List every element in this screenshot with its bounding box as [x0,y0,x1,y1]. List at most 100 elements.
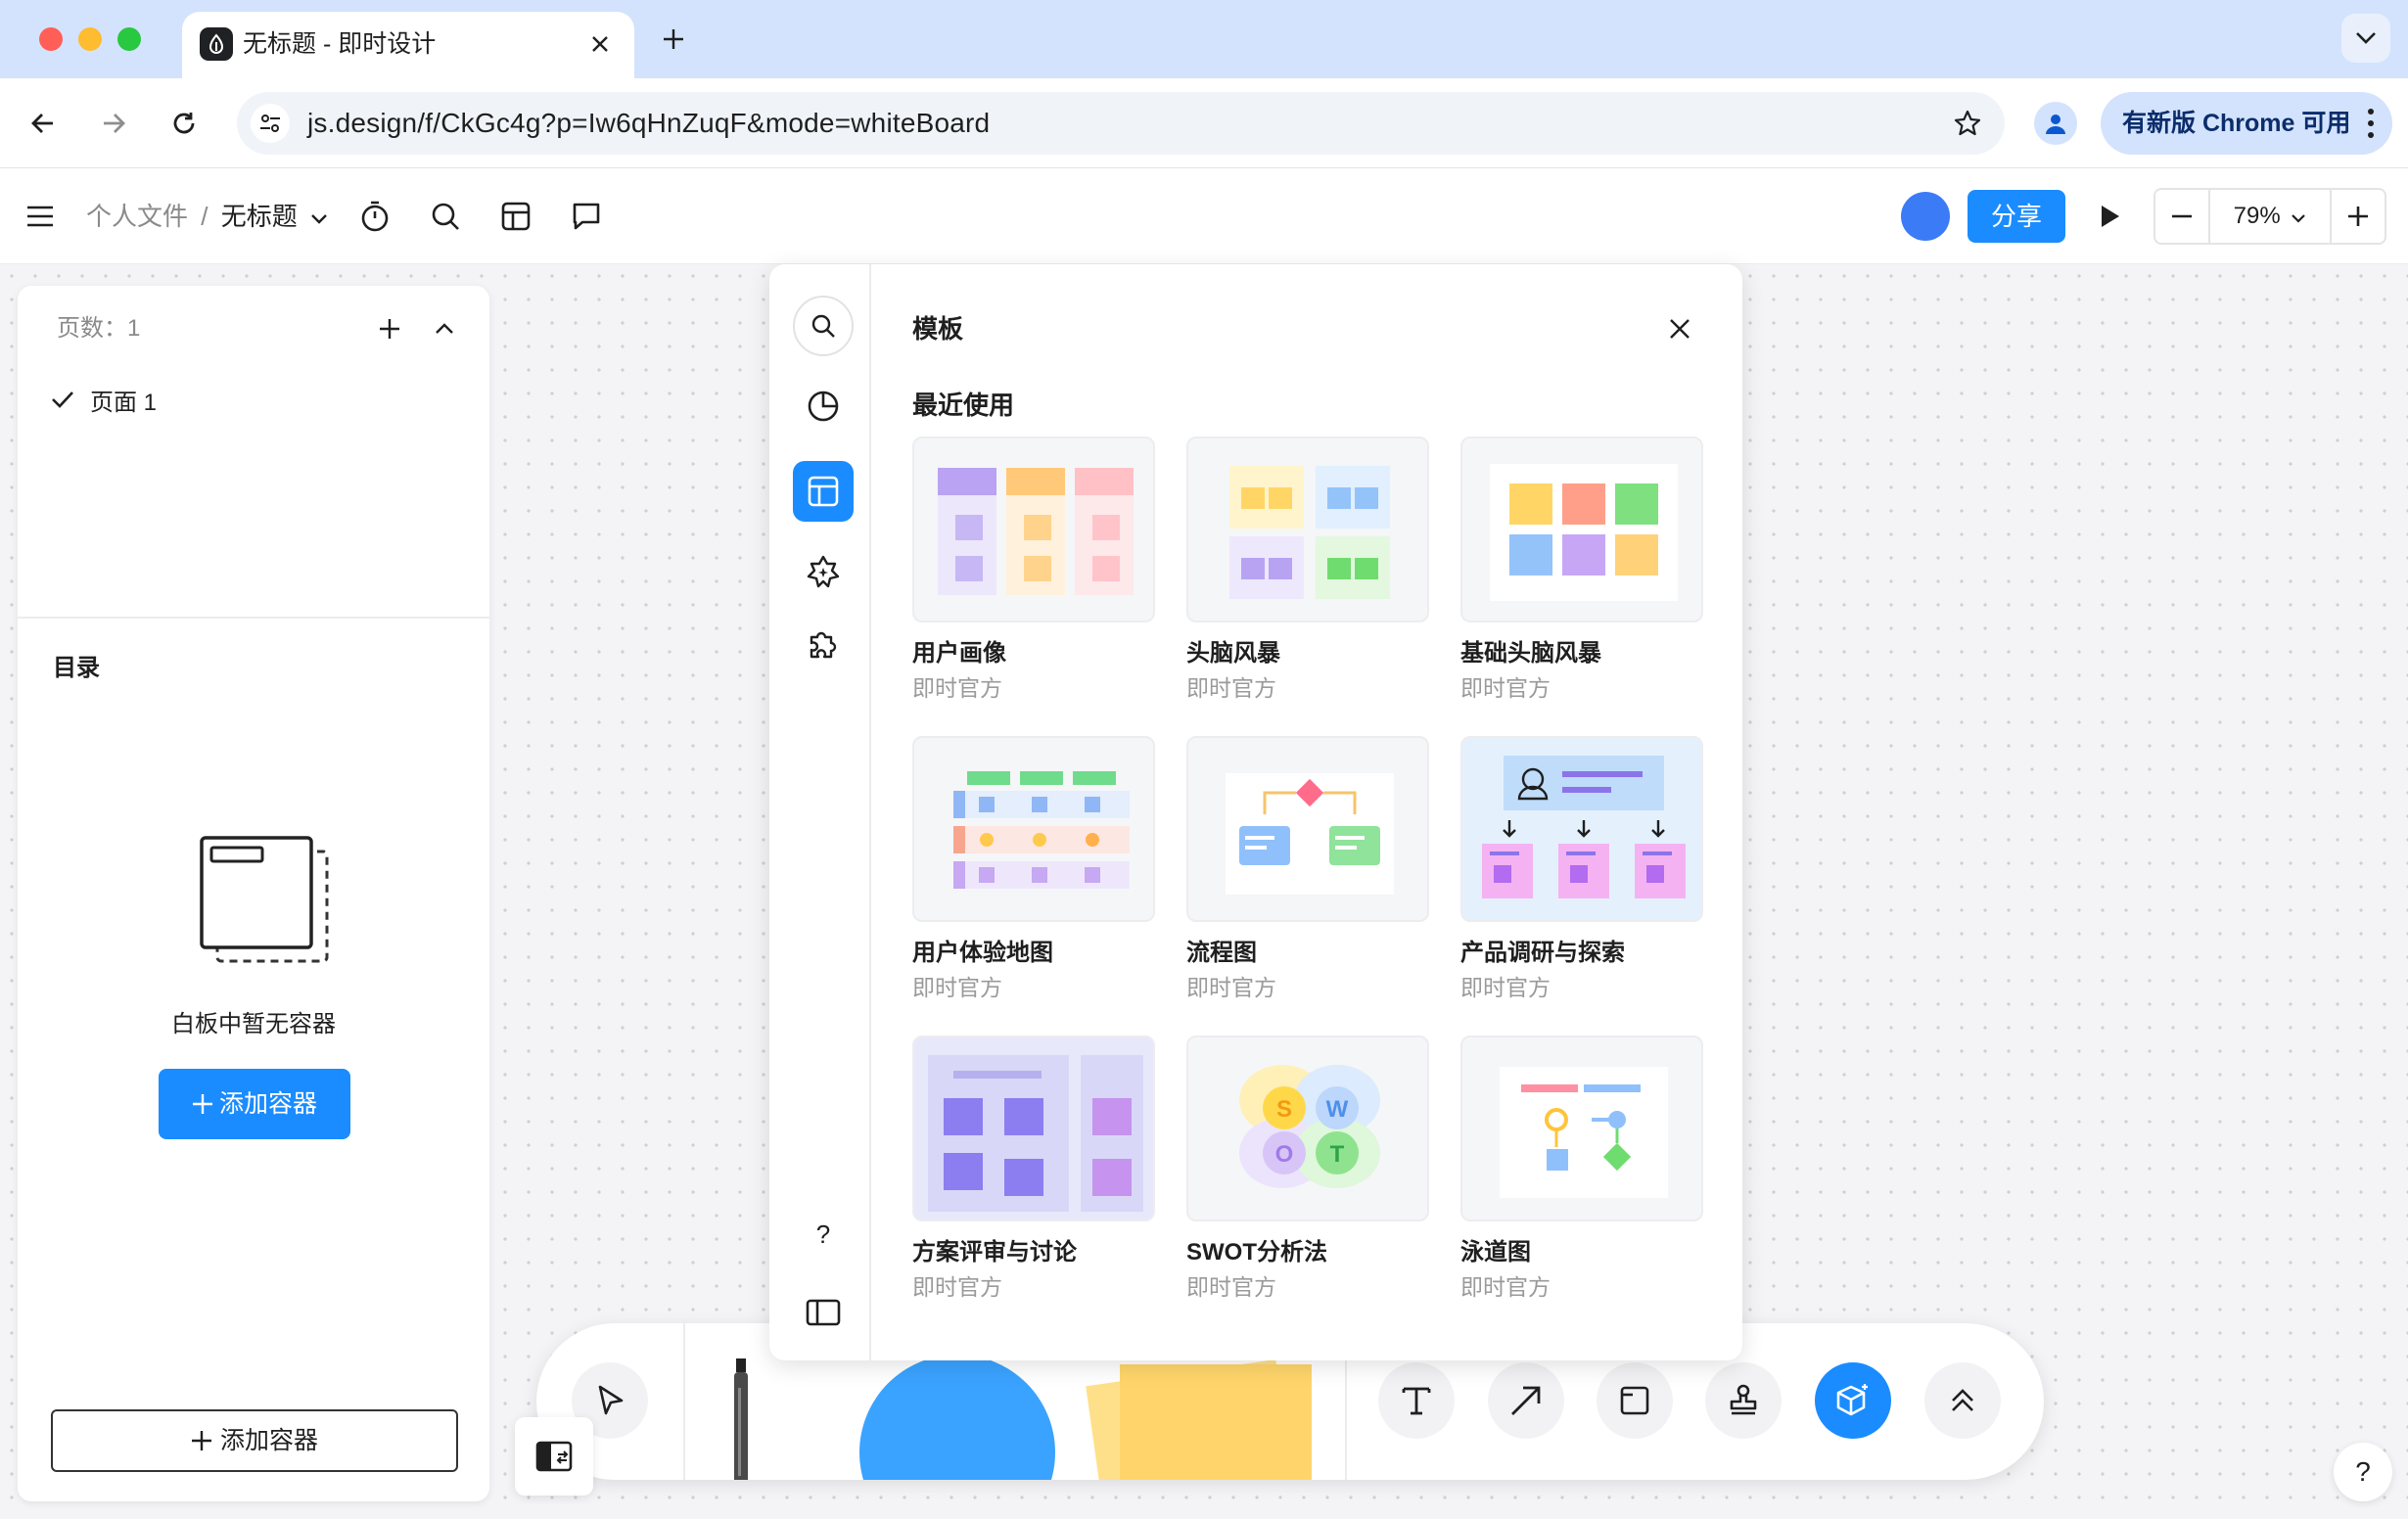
template-card-proposal-review[interactable]: 方案评审与讨论 即时官方 [912,1036,1155,1302]
template-name: 流程图 [1186,940,1257,966]
share-button[interactable]: 分享 [1968,190,2065,243]
window-close-button[interactable] [39,27,63,51]
template-name: SWOT分析法 [1186,1239,1327,1266]
plugin-cube-tool-icon[interactable] [1815,1362,1891,1439]
stamp-tool-icon[interactable] [1705,1362,1782,1439]
shape-circle-tool[interactable] [859,1355,1055,1480]
chrome-update-button[interactable]: 有新版 Chrome 可用 [2101,92,2392,155]
browser-tab-active[interactable]: 无标题 - 即时设计 [182,12,634,78]
arrow-connector-tool-icon[interactable] [1488,1362,1564,1439]
zoom-out-minus-icon[interactable] [2155,190,2210,243]
template-author: 即时官方 [912,675,1002,701]
template-card-brainstorm[interactable]: 头脑风暴 即时官方 [1186,437,1429,703]
template-icon[interactable] [493,194,538,239]
page-list-item[interactable]: 页面 1 [51,380,157,419]
svg-text:O: O [1275,1141,1294,1168]
template-thumbnail [1460,437,1703,622]
bookmark-star-icon[interactable] [1948,104,1987,143]
reload-icon[interactable] [161,100,208,147]
add-page-plus-icon[interactable] [370,309,409,348]
text-tool-icon[interactable] [1378,1362,1455,1439]
add-container-button-primary[interactable]: 添加容器 [159,1069,350,1139]
url-text: js.design/f/CkGc4g?p=Iw6qHnZuqF&mode=whi… [307,108,991,138]
comment-icon[interactable] [564,194,609,239]
template-author: 即时官方 [912,975,1002,1000]
add-container-button-outline[interactable]: 添加容器 [51,1409,458,1472]
collapse-pages-chevron-up-icon[interactable] [425,309,464,348]
template-thumbnail [1460,1036,1703,1221]
window-zoom-button[interactable] [117,27,141,51]
template-thumbnail [1186,437,1429,622]
container-frame-tool-icon[interactable] [1597,1362,1673,1439]
browser-toolbar: js.design/f/CkGc4g?p=Iw6qHnZuqF&mode=whi… [0,78,2408,168]
toc-title: 目录 [53,655,100,681]
template-name: 产品调研与探索 [1460,940,1625,966]
zoom-in-plus-icon[interactable] [2330,190,2385,243]
template-card-product-research[interactable]: 产品调研与探索 即时官方 [1460,736,1703,1002]
collapse-sidebar-panel-icon[interactable] [793,1282,854,1343]
template-card-swot[interactable]: S W O T SWOT分析法 即时官方 [1186,1036,1429,1302]
hamburger-menu-icon[interactable] [18,194,63,239]
ai-sparkle-star-icon[interactable] [793,542,854,603]
svg-text:T: T [1330,1141,1345,1168]
template-name: 方案评审与讨论 [912,1239,1077,1266]
panel-divider [18,617,489,619]
timer-icon[interactable] [352,194,397,239]
file-name[interactable]: 无标题 [221,202,298,231]
help-question-button[interactable]: ? [2334,1443,2392,1501]
present-play-icon[interactable] [2089,196,2130,237]
kebab-menu-icon[interactable] [2367,108,2375,139]
page-label: 页面 1 [90,389,158,416]
toggle-left-panel-icon[interactable] [515,1417,593,1496]
breadcrumb-separator: / [201,202,208,231]
check-icon [52,391,73,408]
recent-clock-pie-icon[interactable] [793,376,854,437]
jsdesign-favicon-icon [200,27,233,61]
template-panel-rail: ? [769,264,871,1360]
file-menu-chevron-icon[interactable] [310,213,328,225]
template-author: 即时官方 [1186,675,1276,701]
window-minimize-button[interactable] [78,27,102,51]
template-card-basic-brainstorm[interactable]: 基础头脑风暴 即时官方 [1460,437,1703,703]
toolbar-separator [683,1323,685,1480]
sticky-note-tool[interactable] [1120,1364,1312,1480]
zoom-control: 79% [2153,188,2386,245]
left-panel: 页数：1 页面 1 目录 白板中暂无容器 添加容器 添加容器 [18,286,489,1501]
tab-close-icon[interactable] [585,29,615,59]
back-arrow-icon[interactable] [20,100,67,147]
chrome-update-label: 有新版 Chrome 可用 [2122,110,2351,137]
pen-tool-icon[interactable] [728,1358,754,1480]
add-container-primary-label: 添加容器 [218,1090,317,1118]
site-info-tune-icon[interactable] [251,104,290,143]
template-card-ux-journey-map[interactable]: 用户体验地图 即时官方 [912,736,1155,1002]
expand-toolbar-chevrons-up-icon[interactable] [1924,1362,2001,1439]
template-author: 即时官方 [1460,675,1551,701]
collaborator-avatar[interactable] [1901,192,1950,241]
template-help-label: ? [815,1219,831,1249]
zoom-level-value: 79% [2233,203,2281,229]
template-author: 即时官方 [1186,975,1276,1000]
template-thumbnail [912,1036,1155,1221]
plugin-puzzle-icon[interactable] [793,613,854,673]
template-card-user-persona[interactable]: 用户画像 即时官方 [912,437,1155,703]
tab-search-chevron-icon[interactable] [2341,14,2390,63]
new-tab-plus-icon[interactable] [656,22,691,57]
template-card-flowchart[interactable]: 流程图 即时官方 [1186,736,1429,1002]
templates-layout-icon[interactable] [793,461,854,522]
zoom-level-dropdown[interactable]: 79% [2210,190,2330,243]
template-search-icon[interactable] [793,296,854,356]
address-bar[interactable]: js.design/f/CkGc4g?p=Iw6qHnZuqF&mode=whi… [237,92,2005,155]
search-icon[interactable] [423,194,468,239]
template-author: 即时官方 [912,1274,1002,1300]
svg-text:W: W [1326,1096,1349,1123]
browser-tab-bar: 无标题 - 即时设计 [0,0,2408,78]
forward-arrow-icon[interactable] [90,100,137,147]
zoom-chevron-down-icon [2292,214,2306,223]
template-card-swimlane[interactable]: 泳道图 即时官方 [1460,1036,1703,1302]
profile-avatar-icon[interactable] [2034,102,2077,145]
template-panel-close-icon[interactable] [1660,309,1699,348]
template-help-question-icon[interactable]: ? [793,1204,854,1265]
empty-container-illustration-icon [200,836,329,963]
breadcrumb-parent[interactable]: 个人文件 [86,202,188,231]
template-name: 基础头脑风暴 [1460,640,1601,667]
